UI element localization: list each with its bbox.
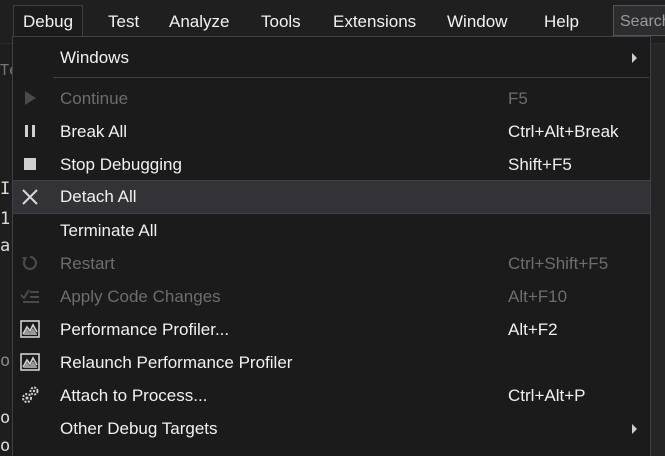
menu-item-label: Windows (60, 48, 129, 67)
menu-item-label: Restart (60, 254, 115, 273)
menu-item-shortcut: Ctrl+Alt+P (508, 386, 586, 405)
menu-item-windows[interactable]: Windows (13, 41, 650, 74)
menu-item-attach-to-process[interactable]: Attach to Process... Ctrl+Alt+P (13, 379, 650, 412)
menu-item-shortcut: Ctrl+Alt+Break (508, 122, 619, 141)
submenu-arrow-icon (632, 53, 637, 63)
pause-icon (19, 120, 41, 142)
gears-icon (19, 384, 41, 406)
bg-text: o (0, 351, 11, 371)
debug-menu-dropdown: Windows Continue F5 Break All Ctrl+Alt+B… (12, 36, 651, 456)
profiler-icon (19, 318, 41, 340)
menu-analyze[interactable]: Analyze (160, 6, 238, 37)
menu-item-label: Terminate All (60, 221, 158, 240)
menu-item-shortcut: Alt+F2 (508, 320, 558, 339)
menu-test[interactable]: Test (99, 6, 148, 37)
bg-text: o (0, 436, 11, 456)
menu-item-label: Break All (60, 122, 128, 141)
bg-text: o (0, 408, 11, 428)
profiler-icon (19, 351, 41, 373)
menu-item-label: Continue (60, 89, 129, 108)
menu-item-restart[interactable]: Restart Ctrl+Shift+F5 (13, 247, 650, 280)
menu-debug[interactable]: Debug (13, 5, 84, 39)
menu-item-label: Performance Profiler... (60, 320, 230, 339)
menu-item-detach-all[interactable]: Detach All (13, 180, 650, 214)
menu-item-shortcut: Alt+F10 (508, 287, 568, 306)
menu-item-stop-debugging[interactable]: Stop Debugging Shift+F5 (13, 148, 650, 181)
menu-item-other-debug-targets[interactable]: Other Debug Targets (13, 412, 650, 445)
menu-tools[interactable]: Tools (252, 6, 310, 37)
editor-background-left: Te I 1 a o o o (0, 43, 18, 456)
menu-item-relaunch-performance-profiler[interactable]: Relaunch Performance Profiler (13, 346, 650, 379)
menu-item-terminate-all[interactable]: Terminate All (13, 214, 650, 247)
apply-changes-icon (19, 285, 41, 307)
search-input[interactable]: Search (613, 5, 665, 36)
menu-item-continue[interactable]: Continue F5 (13, 82, 650, 115)
menu-help[interactable]: Help (535, 6, 588, 37)
bg-text: 1 (0, 209, 11, 229)
menu-extensions[interactable]: Extensions (324, 6, 425, 37)
menu-window[interactable]: Window (438, 6, 516, 37)
menu-item-break-all[interactable]: Break All Ctrl+Alt+Break (13, 115, 650, 148)
menu-item-apply-code-changes[interactable]: Apply Code Changes Alt+F10 (13, 280, 650, 313)
menu-separator (53, 77, 649, 78)
close-icon (19, 186, 41, 208)
editor-background-right (651, 43, 665, 456)
menu-item-label: Other Debug Targets (60, 419, 218, 438)
menu-item-shortcut: F5 (508, 89, 528, 108)
menu-item-label: Stop Debugging (60, 155, 182, 174)
menu-item-performance-profiler[interactable]: Performance Profiler... Alt+F2 (13, 313, 650, 346)
play-icon (19, 87, 41, 109)
menu-item-label: Attach to Process... (60, 386, 208, 405)
menu-item-shortcut: Ctrl+Shift+F5 (508, 254, 609, 273)
submenu-arrow-icon (632, 424, 637, 434)
menu-item-label: Apply Code Changes (60, 287, 221, 306)
bg-text: a (0, 236, 11, 256)
bg-text: I (0, 179, 11, 199)
menu-item-shortcut: Shift+F5 (508, 155, 572, 174)
menu-item-label: Detach All (60, 187, 137, 206)
stop-icon (19, 153, 41, 175)
menu-item-label: Relaunch Performance Profiler (60, 353, 293, 372)
restart-icon (19, 252, 41, 274)
